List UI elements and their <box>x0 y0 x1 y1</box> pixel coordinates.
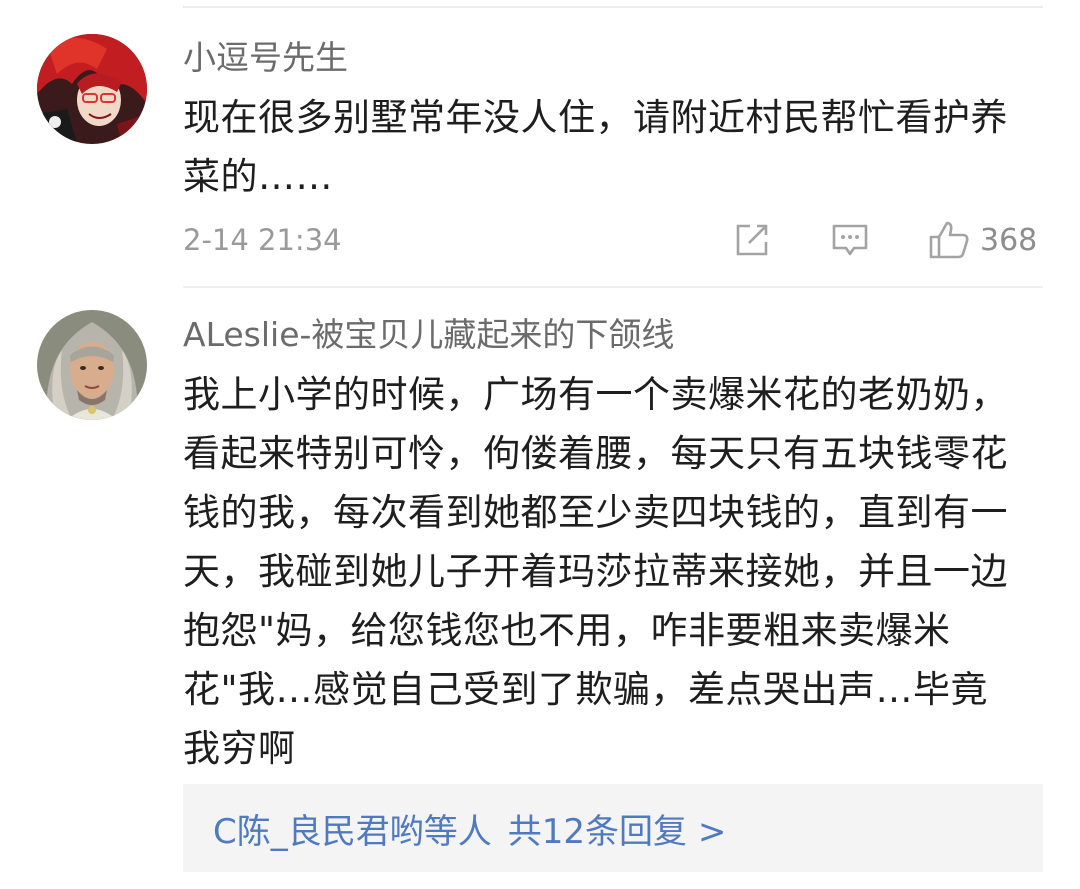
comment-body-line: 看起来特别可怜，佝偻着腰，每天只有五块钱零花 <box>183 432 1008 475</box>
comment-divider <box>183 286 1043 288</box>
comment-body-line: 天，我碰到她儿子开着玛莎拉蒂来接她，并且一边 <box>183 550 1008 593</box>
replies-summary[interactable]: C陈_良民君哟等人 共12条回复 > <box>183 784 1043 872</box>
replies-count-link[interactable]: 共12条回复 > <box>508 804 727 853</box>
comment-body: 现在很多别墅常年没人住，请附近村民帮忙看护养 菜的…… <box>183 88 1048 206</box>
comment-body-line: 钱的我，每次看到她都至少卖四块钱的，直到有一 <box>183 491 1008 534</box>
comment-timestamp: 2-14 21:34 <box>183 223 342 257</box>
avatar-grey-haired-portrait <box>37 310 147 420</box>
comment-body-line: 抱怨"妈，给您钱您也不用，咋非要粗来卖爆米 <box>183 609 951 652</box>
comment-username[interactable]: 小逗号先生 <box>183 38 348 78</box>
user-avatar[interactable] <box>37 34 147 144</box>
like-count: 368 <box>980 222 1038 258</box>
comment-body-line: 菜的…… <box>183 155 333 198</box>
comment-body-line: 花"我…感觉自己受到了欺骗，差点哭出声…毕竟 <box>183 668 989 711</box>
reply-button[interactable] <box>831 218 869 262</box>
comment-icon <box>832 224 868 256</box>
comment-meta-row: 2-14 21:34 368 <box>183 218 1043 262</box>
thumbs-up-icon <box>929 221 969 259</box>
comment-body-line: 我穷啊 <box>183 727 296 770</box>
comment-body-line: 我上小学的时候，广场有一个卖爆米花的老奶奶， <box>183 373 1008 416</box>
avatar-red-haired-anime-character <box>37 34 147 144</box>
comment-body-line: 现在很多别墅常年没人住，请附近村民帮忙看护养 <box>183 96 1008 139</box>
share-button[interactable] <box>733 218 771 262</box>
share-icon <box>736 224 768 256</box>
like-button[interactable]: 368 <box>928 218 1037 262</box>
comment-item: 小逗号先生 现在很多别墅常年没人住，请附近村民帮忙看护养 菜的…… 2-14 2… <box>0 0 1080 290</box>
user-avatar[interactable] <box>37 310 147 420</box>
replies-from-users[interactable]: C陈_良民君哟等人 <box>213 804 492 853</box>
comment-body: 我上小学的时候，广场有一个卖爆米花的老奶奶， 看起来特别可怜，佝偻着腰，每天只有… <box>183 365 1048 778</box>
comment-username[interactable]: ALeslie-被宝贝儿藏起来的下颌线 <box>183 315 674 355</box>
